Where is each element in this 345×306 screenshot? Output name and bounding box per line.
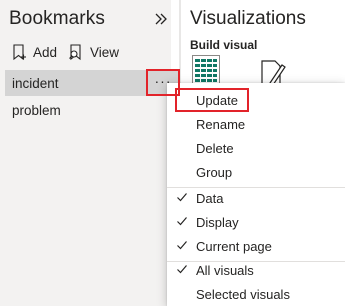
- collapse-pane-icon[interactable]: [154, 12, 168, 26]
- menu-item-label: Display: [196, 214, 239, 230]
- add-bookmark-button[interactable]: Add: [11, 44, 57, 61]
- menu-item-label: Selected visuals: [196, 286, 290, 302]
- menu-item-label: Delete: [196, 140, 234, 156]
- bookmark-item-label: incident: [12, 75, 59, 91]
- menu-item-delete[interactable]: Delete: [167, 136, 345, 160]
- menu-item-label: Data: [196, 190, 224, 206]
- menu-item-display[interactable]: Display: [167, 210, 345, 234]
- checkmark-icon: [177, 217, 187, 226]
- build-visual-label: Build visual: [190, 38, 258, 52]
- checkmark-icon: [177, 241, 187, 250]
- menu-item-label: Current page: [196, 238, 272, 254]
- bookmark-item-problem[interactable]: problem: [5, 97, 180, 123]
- menu-item-data[interactable]: Data: [167, 186, 345, 210]
- view-bookmark-button[interactable]: View: [68, 44, 119, 61]
- view-bookmark-icon: [69, 44, 81, 61]
- menu-item-label: All visuals: [196, 262, 254, 278]
- checkmark-icon: [177, 193, 187, 202]
- update-highlight-box: [175, 88, 249, 112]
- menu-item-group[interactable]: Group: [167, 160, 345, 184]
- bookmark-item-label: problem: [12, 102, 61, 118]
- menu-item-label: Rename: [196, 116, 246, 132]
- add-bookmark-label: Add: [33, 45, 58, 60]
- menu-item-current-page[interactable]: Current page: [167, 234, 345, 258]
- bookmark-context-menu: Update Rename Delete Group Data Display …: [167, 83, 345, 306]
- more-options-icon: ···: [154, 72, 172, 89]
- bookmarks-title: Bookmarks: [9, 8, 105, 29]
- bookmarks-pane: Bookmarks Add View incident problem: [0, 0, 180, 306]
- checkmark-icon: [177, 265, 187, 274]
- menu-item-rename[interactable]: Rename: [167, 112, 345, 136]
- visualizations-title: Visualizations: [190, 8, 306, 29]
- view-bookmark-label: View: [90, 45, 120, 60]
- add-bookmark-icon: [13, 44, 26, 61]
- more-options-button[interactable]: ···: [146, 69, 180, 96]
- menu-item-selected-visuals[interactable]: Selected visuals: [167, 282, 345, 306]
- menu-item-label: Group: [196, 164, 233, 180]
- menu-item-all-visuals[interactable]: All visuals: [167, 258, 345, 282]
